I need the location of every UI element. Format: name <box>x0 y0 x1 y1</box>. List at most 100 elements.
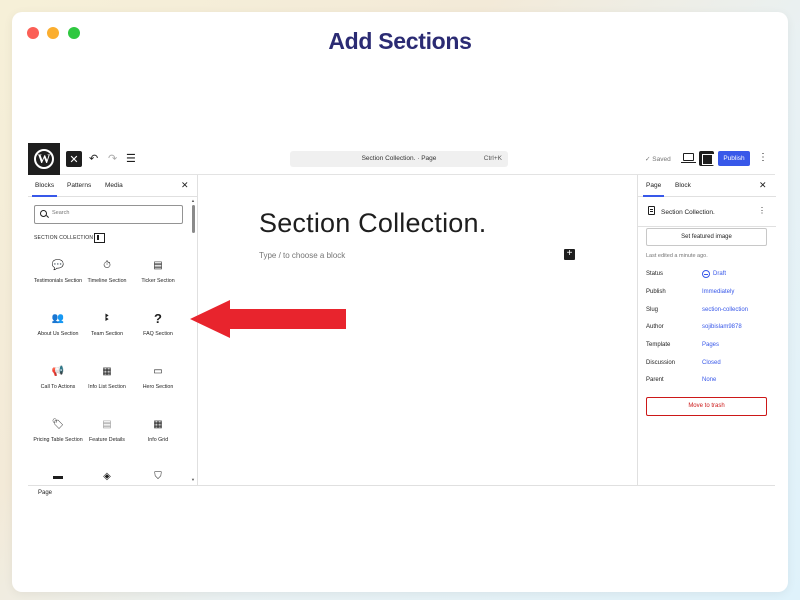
block-label: About Us Section <box>37 331 79 337</box>
block-label: Pricing Table Section <box>33 437 83 443</box>
ticker-icon: ▤ <box>153 260 163 271</box>
draft-status-icon <box>702 270 710 278</box>
category-label: SECTION COLLECTION <box>34 235 94 241</box>
document-summary: Section Collection. ⋮ <box>638 197 776 227</box>
inserter-tabs: Blocks Patterns Media ✕ <box>28 175 197 197</box>
people-icon: 👥 <box>51 313 65 324</box>
block-label: Testimonials Section <box>33 278 83 284</box>
search-field[interactable] <box>34 205 183 224</box>
scroll-up-icon[interactable]: ▲ <box>191 198 195 203</box>
megaphone-icon: 📢 <box>51 366 65 377</box>
block-editor: W ✕ ↶ ↷ ☰ Section Collection. · Page Ctr… <box>28 143 776 500</box>
grid-icon: ▦ <box>153 419 163 430</box>
meta-key: Status <box>646 271 664 277</box>
speech-bubble-icon: 💬 <box>51 260 65 271</box>
move-to-trash-button[interactable]: Move to trash <box>646 397 767 416</box>
editor-toolbar: W ✕ ↶ ↷ ☰ Section Collection. · Page Ctr… <box>28 143 775 175</box>
saved-status: ✓ Saved <box>645 156 671 163</box>
block-item-call-to-actions[interactable]: 📢 Call To Actions <box>32 365 84 392</box>
collection-icon <box>94 233 105 243</box>
meta-value-publish[interactable]: Immediately <box>702 289 734 295</box>
options-icon[interactable]: ⋮ <box>758 151 768 165</box>
block-item-info-grid[interactable]: ▦ Info Grid <box>132 418 184 445</box>
block-label: Team Section <box>90 331 124 337</box>
meta-key: Publish <box>646 289 666 295</box>
meta-key: Slug <box>646 307 659 313</box>
tab-page[interactable]: Page <box>642 182 665 197</box>
meta-key: Discussion <box>646 360 676 366</box>
block-label: Call To Actions <box>40 384 76 390</box>
block-item-hero[interactable]: ▭ Hero Section <box>132 365 184 392</box>
breadcrumb-page[interactable]: Page <box>38 490 52 496</box>
block-inserter: Blocks Patterns Media ✕ SECTION COLLECTI… <box>28 175 198 485</box>
block-label: Ticker Section <box>141 278 175 284</box>
page-title[interactable]: Section Collection. <box>259 208 486 239</box>
breadcrumb: Page <box>28 485 775 500</box>
redo-icon[interactable]: ↷ <box>108 152 117 166</box>
meta-value-author[interactable]: sojibislam9878 <box>702 324 742 330</box>
meta-key: Author <box>646 324 664 330</box>
close-icon[interactable]: ✕ <box>759 180 767 191</box>
block-item-feature-details[interactable]: ▤ Feature Details <box>81 418 133 445</box>
block-placeholder[interactable]: Type / to choose a block <box>259 251 345 260</box>
info-list-icon: ▦ <box>102 366 112 377</box>
block-label: Timeline Section <box>87 278 127 284</box>
question-icon: ? <box>154 311 162 326</box>
meta-key: Parent <box>646 377 664 383</box>
block-item-card[interactable]: ▬ <box>32 470 84 484</box>
meta-value-discussion[interactable]: Closed <box>702 360 721 366</box>
timeline-icon: ⏱ <box>103 260 111 271</box>
headline: Add Sections <box>328 28 472 54</box>
command-palette-bar[interactable]: Section Collection. · Page Ctrl+K <box>290 151 508 167</box>
document-title: Section Collection. · Page <box>361 155 437 162</box>
tab-blocks[interactable]: Blocks <box>31 182 58 197</box>
block-item-testimonials[interactable]: 💬 Testimonials Section <box>32 259 84 286</box>
block-item-about-us[interactable]: 👥 About Us Section <box>32 312 84 339</box>
tab-block[interactable]: Block <box>675 182 691 189</box>
close-inserter-button[interactable]: ✕ <box>66 151 82 167</box>
set-featured-image-button[interactable]: Set featured image <box>646 228 767 246</box>
block-item-ticker[interactable]: ▤ Ticker Section <box>132 259 184 286</box>
block-item-layers[interactable]: ◈ <box>81 470 133 484</box>
settings-icon[interactable] <box>699 151 716 166</box>
meta-value-parent[interactable]: None <box>702 377 716 383</box>
block-label: Info List Section <box>88 384 126 390</box>
publish-button[interactable]: Publish <box>718 151 750 166</box>
settings-sidebar: Page Block ✕ Section Collection. ⋮ Set f… <box>637 175 776 485</box>
settings-tabs: Page Block ✕ <box>638 175 776 197</box>
meta-value-status[interactable]: Draft <box>713 271 726 277</box>
block-label: Hero Section <box>142 384 174 390</box>
scrollbar-thumb[interactable] <box>192 205 195 233</box>
document-options-icon[interactable]: ⋮ <box>758 206 766 215</box>
block-item-shield[interactable]: ⛉ <box>132 470 184 484</box>
block-label: FAQ Section <box>143 331 173 337</box>
layers-icon: ◈ <box>103 471 111 482</box>
last-edited-text: Last edited a minute ago. <box>646 253 708 259</box>
block-item-pricing-table[interactable]: 🏷 Pricing Table Section <box>32 418 84 445</box>
team-icon: ꔪ <box>104 313 110 324</box>
pointer-arrow-icon <box>190 300 346 338</box>
add-block-button[interactable]: + <box>564 249 575 260</box>
wordpress-logo-icon[interactable]: W <box>28 143 60 175</box>
document-name: Section Collection. <box>661 209 715 216</box>
hero-icon: ▭ <box>153 366 163 377</box>
tab-patterns[interactable]: Patterns <box>67 182 91 189</box>
scroll-down-icon[interactable]: ▼ <box>191 477 195 482</box>
price-tag-icon: 🏷 <box>51 419 65 430</box>
block-item-timeline[interactable]: ⏱ Timeline Section <box>81 259 133 286</box>
tab-media[interactable]: Media <box>105 182 123 189</box>
meta-value-template[interactable]: Pages <box>702 342 719 348</box>
card-icon: ▬ <box>53 471 63 482</box>
meta-value-slug[interactable]: section-collection <box>702 307 748 313</box>
undo-icon[interactable]: ↶ <box>89 152 98 166</box>
block-item-team[interactable]: ꔪ Team Section <box>81 312 133 339</box>
shield-icon: ⛉ <box>154 471 162 482</box>
block-label: Feature Details <box>89 437 125 443</box>
document-overview-icon[interactable]: ☰ <box>126 152 136 166</box>
meta-key: Template <box>646 342 671 348</box>
search-input[interactable] <box>52 210 172 216</box>
view-icon[interactable] <box>681 153 696 163</box>
close-icon[interactable]: ✕ <box>181 180 189 191</box>
block-item-info-list[interactable]: ▦ Info List Section <box>81 365 133 392</box>
block-item-faq[interactable]: ? FAQ Section <box>132 312 184 339</box>
